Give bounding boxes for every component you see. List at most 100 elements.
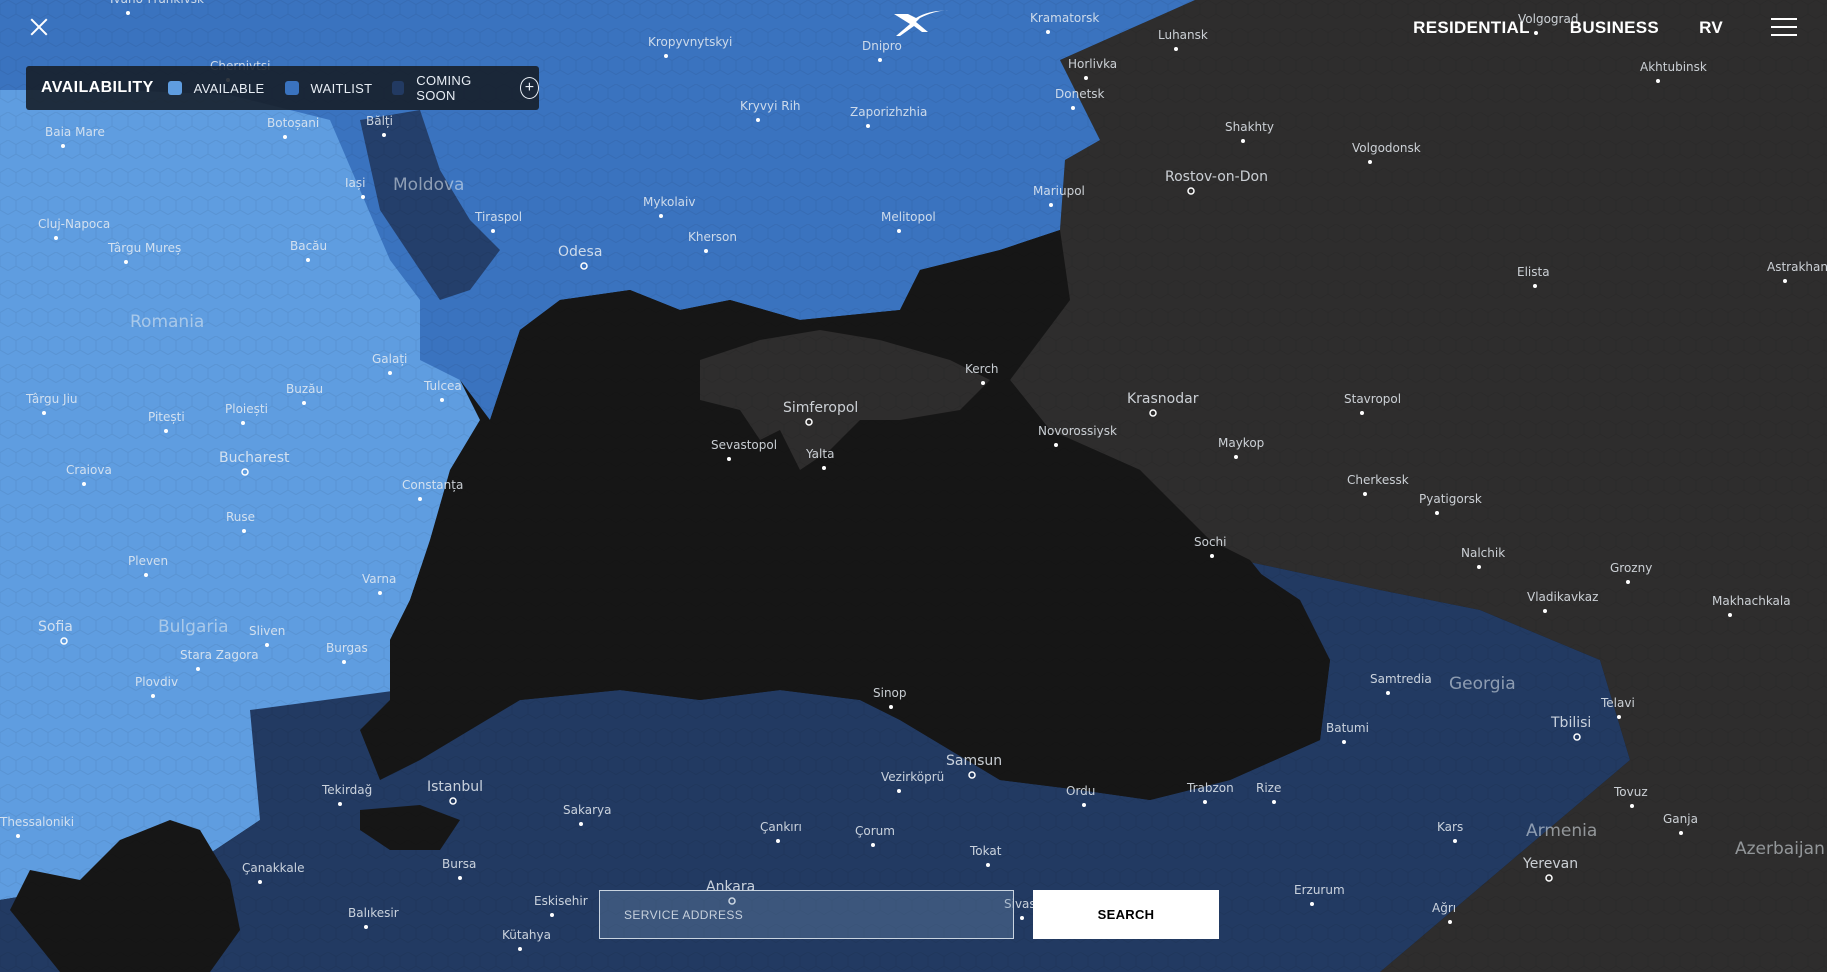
city-label: Yalta [805, 447, 834, 461]
city-dot [196, 667, 200, 671]
city-dot [1071, 106, 1075, 110]
city-label: Tulcea [423, 379, 462, 393]
city-label: Ağrı [1432, 901, 1456, 915]
city-dot [1272, 800, 1276, 804]
city-dot [866, 124, 870, 128]
city-dot [82, 482, 86, 486]
hamburger-menu-icon[interactable] [1771, 18, 1797, 38]
nav-business[interactable]: BUSINESS [1570, 18, 1659, 38]
city-label: Plovdiv [135, 675, 178, 689]
city-dot [42, 411, 46, 415]
legend-item-coming-soon: COMING SOON [392, 73, 499, 103]
city-label: Çanakkale [242, 861, 304, 875]
city-label: Eskisehir [534, 894, 588, 908]
city-dot [241, 421, 245, 425]
search-button[interactable]: SEARCH [1033, 890, 1219, 939]
city-dot [1386, 691, 1390, 695]
nav-rv[interactable]: RV [1699, 18, 1723, 38]
coverage-map[interactable]: Romania Moldova Bulgaria Georgia Armenia Azer… [0, 0, 1827, 972]
city-dot [361, 195, 365, 199]
city-dot [491, 229, 495, 233]
city-label: Botoșani [267, 116, 319, 130]
city-dot [242, 529, 246, 533]
city-label: Vezirköprü [881, 770, 944, 784]
city-dot [440, 398, 444, 402]
city-dot [16, 834, 20, 838]
city-label: Akhtubinsk [1640, 60, 1707, 74]
city-label: Erzurum [1294, 883, 1345, 897]
availability-legend: AVAILABILITY AVAILABLE WAITLIST COMING S… [26, 66, 539, 110]
city-dot [1210, 554, 1214, 558]
city-label: Telavi [1600, 696, 1635, 710]
city-dot [1728, 613, 1732, 617]
city-dot [54, 236, 58, 240]
city-dot [1617, 715, 1621, 719]
city-dot [258, 880, 262, 884]
city-dot [871, 843, 875, 847]
city-label: Mariupol [1033, 184, 1085, 198]
city-dot [727, 457, 731, 461]
city-label: Vladikavkaz [1527, 590, 1598, 604]
city-label: Kherson [688, 230, 737, 244]
city-label: Târgu Jiu [25, 392, 78, 406]
city-dot [518, 947, 522, 951]
city-label: Donetsk [1055, 87, 1105, 101]
close-icon[interactable] [26, 14, 52, 40]
city-label: Bursa [442, 857, 476, 871]
city-dot [1203, 800, 1207, 804]
city-dot [776, 839, 780, 843]
city-dot [378, 591, 382, 595]
city-label: Grozny [1610, 561, 1652, 575]
nav-residential[interactable]: RESIDENTIAL [1413, 18, 1530, 38]
legend-item-waitlist: WAITLIST [284, 81, 373, 96]
plus-circle-icon[interactable]: + [519, 77, 539, 99]
city-label: Melitopol [881, 210, 936, 224]
city-label: Kryvyi Rih [740, 99, 801, 113]
main-nav: RESIDENTIAL BUSINESS RV [1413, 18, 1723, 38]
city-label: Tokat [969, 844, 1002, 858]
city-label: Sevastopol [711, 438, 777, 452]
city-label: Pyatigorsk [1419, 492, 1482, 506]
city-label: Elista [1517, 265, 1550, 279]
city-label: Samtredia [1370, 672, 1432, 686]
city-label: Odesa [558, 244, 602, 260]
region-label: Moldova [393, 175, 464, 195]
city-dot [1234, 455, 1238, 459]
city-label: Kars [1437, 820, 1463, 834]
legend-label-coming-soon: COMING SOON [416, 73, 472, 103]
city-label: Sofia [38, 619, 73, 635]
city-dot [1360, 411, 1364, 415]
city-dot [1435, 511, 1439, 515]
city-label: Pleven [128, 554, 168, 568]
city-label: Volgodonsk [1352, 141, 1421, 155]
city-label: Zaporizhzhia [850, 105, 927, 119]
city-label: Maykop [1218, 436, 1264, 450]
city-dot [756, 118, 760, 122]
city-label: Ruse [226, 510, 255, 524]
city-label: Sinop [873, 686, 907, 700]
city-dot [151, 694, 155, 698]
legend-item-available: AVAILABLE [167, 80, 265, 96]
city-label: Sliven [249, 624, 285, 638]
service-address-input[interactable] [599, 890, 1014, 939]
city-label: Bălți [366, 114, 393, 128]
city-dot [164, 429, 168, 433]
top-bar: RESIDENTIAL BUSINESS RV [0, 0, 1827, 60]
city-label: Samsun [946, 753, 1002, 769]
city-label: Yerevan [1522, 856, 1578, 872]
legend-title: AVAILABILITY [41, 79, 154, 96]
city-label: Rize [1256, 781, 1281, 795]
city-label: Bacău [290, 239, 327, 253]
city-dot [306, 258, 310, 262]
city-label: Tovuz [1613, 785, 1648, 799]
city-label: Baia Mare [45, 125, 105, 139]
city-dot [981, 381, 985, 385]
city-dot [283, 135, 287, 139]
city-label: Shakhty [1225, 120, 1274, 134]
region-label: Georgia [1449, 674, 1516, 694]
legend-label-available: AVAILABLE [193, 80, 265, 96]
city-label: Sakarya [563, 803, 611, 817]
city-dot [302, 401, 306, 405]
city-dot [1241, 139, 1245, 143]
x-logo-icon[interactable] [888, 8, 952, 38]
